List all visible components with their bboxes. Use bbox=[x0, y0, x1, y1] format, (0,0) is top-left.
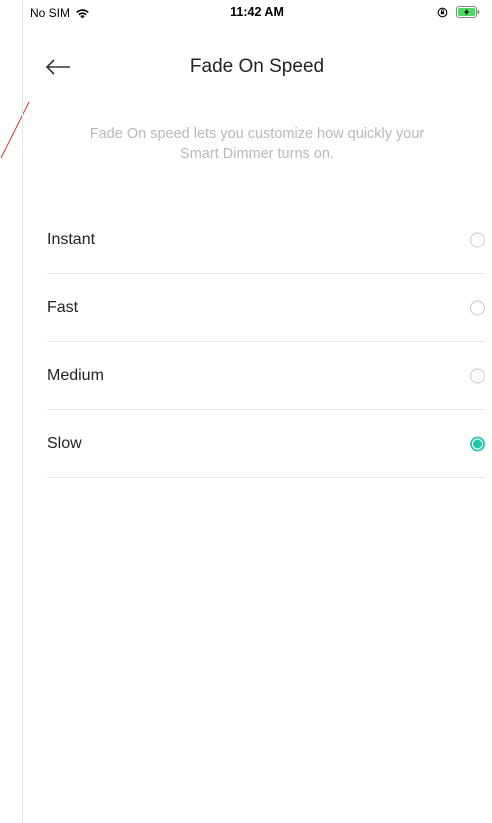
status-right bbox=[437, 6, 480, 18]
option-label: Medium bbox=[47, 366, 104, 384]
screen: No SIM 11:42 AM Fade On Speed Fade On sp… bbox=[0, 0, 492, 823]
radio-button-slow[interactable] bbox=[470, 436, 485, 451]
fade-speed-options: Instant Fast Medium Slow bbox=[47, 206, 485, 478]
option-instant[interactable]: Instant bbox=[47, 206, 485, 274]
status-time: 11:42 AM bbox=[230, 5, 284, 19]
description-text: Fade On speed lets you customize how qui… bbox=[22, 124, 492, 164]
option-medium[interactable]: Medium bbox=[47, 342, 485, 410]
option-label: Fast bbox=[47, 298, 79, 316]
orientation-lock-icon bbox=[437, 7, 448, 17]
option-fast[interactable]: Fast bbox=[47, 274, 485, 342]
option-label: Slow bbox=[47, 434, 82, 452]
radio-button-medium[interactable] bbox=[470, 368, 485, 383]
radio-button-instant[interactable] bbox=[470, 232, 485, 247]
radio-button-fast[interactable] bbox=[470, 300, 485, 315]
option-slow[interactable]: Slow bbox=[47, 410, 485, 478]
battery-charging-icon bbox=[456, 6, 480, 18]
description-line-1: Fade On speed lets you customize how qui… bbox=[89, 126, 425, 142]
status-bar: No SIM 11:42 AM bbox=[22, 0, 492, 26]
page-title: Fade On Speed bbox=[189, 56, 325, 77]
option-label: Instant bbox=[47, 230, 96, 248]
navigation-header: Fade On Speed bbox=[22, 46, 492, 90]
description-line-2: Smart Dimmer turns on. bbox=[180, 146, 334, 162]
